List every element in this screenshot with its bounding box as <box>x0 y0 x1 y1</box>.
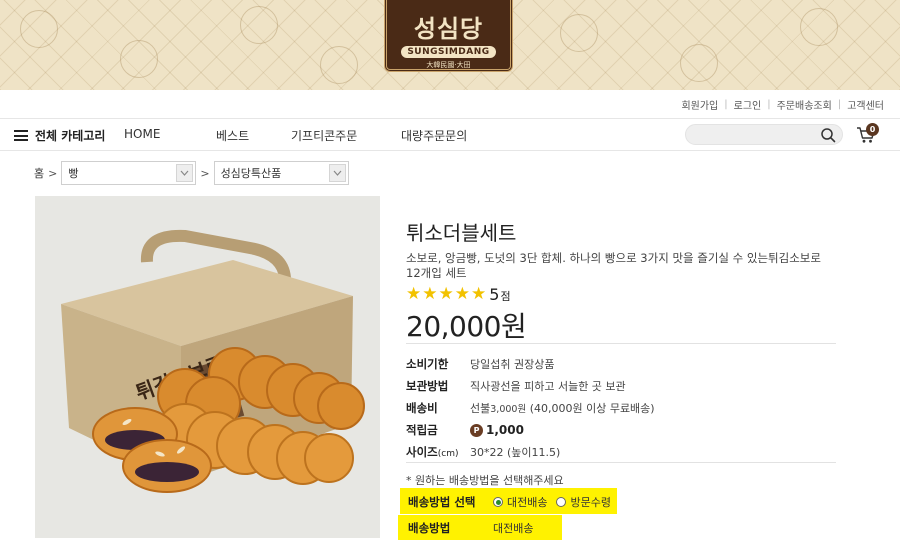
utility-links: 회원가입 | 로그인 | 주문배송조회 | 고객센터 <box>681 97 884 112</box>
logo-tagline: 大韓民國·大田 <box>426 61 471 69</box>
shipping-fee-amount: 3,000원 <box>490 404 527 415</box>
pattern-roundel <box>20 10 58 48</box>
divider: | <box>767 99 771 110</box>
nav-item-gifticon[interactable]: 기프티콘주문 <box>291 127 357 144</box>
spec-value: 직사광선을 피하고 서늘한 곳 보관 <box>470 380 626 393</box>
customer-center-link[interactable]: 고객센터 <box>847 97 884 112</box>
shipping-fee-note: (40,000원 이상 무료배송) <box>529 402 655 415</box>
nav-item-home[interactable]: HOME <box>124 127 160 141</box>
shipping-option-label: 대전배송 <box>507 496 548 509</box>
spec-value: 당일섭취 권장상품 <box>470 358 555 371</box>
spec-label: 사이즈(cm) <box>406 444 470 460</box>
breadcrumb-separator: > <box>48 166 58 180</box>
shipping-method-value: 대전배송 <box>493 522 534 535</box>
breadcrumb-separator: > <box>200 166 210 180</box>
product-rating: ★ ★ ★ ★ ★ 5 점 <box>406 285 511 304</box>
spec-label: 보관방법 <box>406 379 449 393</box>
logo-romanized: SUNGSIMDANG <box>401 46 496 58</box>
spec-label: 배송비 <box>406 401 438 415</box>
shipping-method-select-row: 배송방법 선택 대전배송 방문수령 <box>408 494 620 510</box>
category-select-level2-value: 성심당특산품 <box>220 167 282 180</box>
category-select-level1-value: 빵 <box>68 167 79 180</box>
size-label: 사이즈 <box>406 445 438 459</box>
shipping-option-daejeon[interactable]: 대전배송 <box>493 494 547 510</box>
product-title: 튀소더블세트 <box>406 221 517 245</box>
pattern-roundel <box>240 6 278 44</box>
star-icon: ★ <box>471 284 487 304</box>
spec-value: 30*22 (높이11.5) <box>470 446 561 459</box>
chevron-down-icon <box>328 164 346 182</box>
chevron-down-icon <box>176 164 194 182</box>
pattern-roundel <box>800 8 838 46</box>
spec-value: P 1,000 <box>470 423 524 437</box>
header-banner: 성심당 SUNGSIMDANG 大韓民國·大田 <box>0 0 900 90</box>
main-nav: 전체 카테고리 HOME 베스트 기프티콘주문 대량주문문의 0 <box>0 119 900 150</box>
pattern-roundel <box>560 14 598 52</box>
divider: | <box>724 99 728 110</box>
shipping-option-pickup[interactable]: 방문수령 <box>556 494 611 510</box>
spec-label: 적립금 <box>406 423 438 437</box>
pattern-roundel <box>120 40 158 78</box>
product-specs: 소비기한 당일섭취 권장상품 보관방법 직사광선을 피하고 서늘한 곳 보관 배… <box>406 353 655 463</box>
product-image: 튀김소보로 <box>35 196 380 538</box>
spec-row-points: 적립금 P 1,000 <box>406 419 655 441</box>
product-description: 소보로, 앙금빵, 도넛의 3단 합체. 하나의 빵으로 3가지 맛을 즐기실 … <box>406 251 821 280</box>
logo-wordmark: 성심당 <box>414 9 483 44</box>
size-unit: (cm) <box>437 449 459 459</box>
shipping-method-select-label: 배송방법 선택 <box>408 495 476 509</box>
divider <box>406 462 836 463</box>
all-categories-label: 전체 카테고리 <box>35 129 106 143</box>
logo-text: 성심당 <box>413 14 484 43</box>
order-tracking-link[interactable]: 주문배송조회 <box>777 97 832 112</box>
radio-button-selected[interactable] <box>493 497 503 507</box>
all-categories-button[interactable]: 전체 카테고리 <box>14 127 105 144</box>
breadcrumb: 홈 > 빵 > 성심당특산품 <box>34 161 349 185</box>
category-select-level1[interactable]: 빵 <box>61 161 197 185</box>
category-select-level2[interactable]: 성심당특산품 <box>213 161 349 185</box>
divider: | <box>837 99 842 110</box>
star-icon: ★ <box>406 284 422 304</box>
divider <box>0 150 900 151</box>
search-input[interactable] <box>696 127 816 146</box>
shipping-fee-prefix: 선불 <box>470 402 491 415</box>
divider <box>406 343 836 344</box>
star-icon: ★ <box>454 284 470 304</box>
radio-button[interactable] <box>556 497 567 507</box>
shipping-method-row: 배송방법 대전배송 <box>408 520 533 536</box>
star-icon: ★ <box>422 284 438 304</box>
breadcrumb-home[interactable]: 홈 <box>34 165 44 181</box>
hamburger-menu-icon <box>14 130 28 141</box>
pattern-roundel <box>680 44 718 82</box>
spec-row-shipping-fee: 배송비 선불 3,000원 (40,000원 이상 무료배송) <box>406 397 655 419</box>
spec-value: 선불 3,000원 (40,000원 이상 무료배송) <box>470 400 655 416</box>
search-icon[interactable] <box>820 127 836 143</box>
point-icon: P <box>470 423 483 437</box>
shipping-note: * 원하는 배송방법을 선택해주세요 <box>406 474 564 487</box>
signup-link[interactable]: 회원가입 <box>681 97 718 112</box>
cart-count-badge: 0 <box>866 123 879 136</box>
nav-item-best[interactable]: 베스트 <box>216 127 249 144</box>
star-icon: ★ <box>438 284 454 304</box>
spec-label: 소비기한 <box>406 357 449 371</box>
product-photo-illustration: 튀김소보로 <box>61 229 365 493</box>
shipping-option-label: 방문수령 <box>570 496 611 509</box>
login-link[interactable]: 로그인 <box>734 97 762 112</box>
spec-row-expiry: 소비기한 당일섭취 권장상품 <box>406 353 655 375</box>
pattern-roundel <box>320 46 358 84</box>
shipping-method-label: 배송방법 <box>408 521 451 535</box>
rating-value: 5 <box>489 285 500 304</box>
spec-row-storage: 보관방법 직사광선을 피하고 서늘한 곳 보관 <box>406 375 655 397</box>
search-box <box>685 124 843 146</box>
brand-logo[interactable]: 성심당 SUNGSIMDANG 大韓民國·大田 <box>384 0 513 72</box>
spec-row-size: 사이즈(cm) 30*22 (높이11.5) <box>406 441 655 463</box>
product-price: 20,000원 <box>406 310 527 343</box>
nav-item-bulk-order[interactable]: 대량주문문의 <box>401 127 467 144</box>
rating-unit: 점 <box>500 290 511 303</box>
points-value: 1,000 <box>486 423 524 437</box>
